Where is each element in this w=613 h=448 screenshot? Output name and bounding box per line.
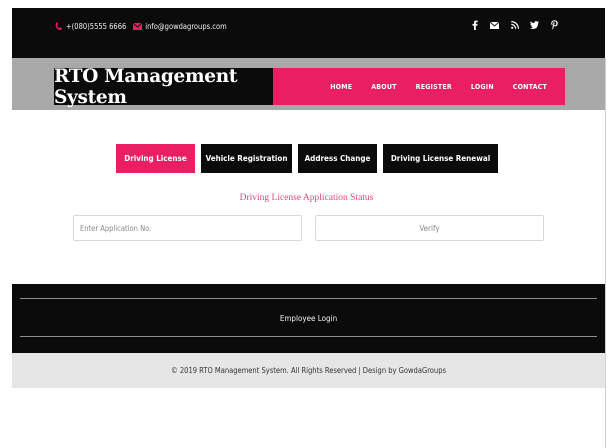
nav-contact[interactable]: CONTACT: [513, 83, 547, 91]
tab-driving-license[interactable]: Driving License: [116, 144, 195, 173]
tab-address-change[interactable]: Address Change: [298, 144, 377, 173]
pinterest-icon[interactable]: [550, 20, 559, 30]
page-edge: [605, 58, 606, 448]
twitter-icon[interactable]: [530, 20, 539, 30]
form-title: Driving License Application Status: [239, 193, 374, 203]
phone-icon: [54, 22, 63, 31]
employee-login-link[interactable]: Employee Login: [12, 314, 605, 323]
phone-number: +(080)5555 6666: [66, 22, 127, 31]
application-number-input[interactable]: [73, 215, 302, 241]
nav-register[interactable]: REGISTER: [416, 83, 452, 91]
site-brand[interactable]: RTO Management System: [54, 66, 273, 108]
email-link[interactable]: info@gowdagroups.com: [145, 22, 226, 31]
nav-login[interactable]: LOGIN: [471, 83, 494, 91]
verify-button[interactable]: Verify: [315, 215, 544, 241]
service-tabs: Driving License Vehicle Registration Add…: [116, 144, 498, 173]
copyright-text: © 2019 RTO Management System. All Rights…: [12, 353, 605, 388]
footer-divider-top: [20, 298, 597, 299]
facebook-icon[interactable]: [470, 20, 479, 30]
tab-driving-license-renewal[interactable]: Driving License Renewal: [383, 144, 498, 173]
nav-about[interactable]: ABOUT: [371, 83, 396, 91]
footer: Employee Login: [12, 284, 605, 353]
envelope-icon[interactable]: [490, 20, 499, 30]
envelope-icon: [133, 22, 143, 31]
rss-icon[interactable]: [510, 20, 519, 30]
social-links: [470, 20, 559, 30]
contact-info: +(080)5555 6666 info@gowdagroups.com: [54, 22, 227, 31]
nav-home[interactable]: HOME: [330, 83, 352, 91]
footer-divider-bottom: [20, 336, 597, 337]
top-bar: [12, 8, 605, 58]
main-nav: HOME ABOUT REGISTER LOGIN CONTACT: [273, 68, 565, 105]
tab-vehicle-registration[interactable]: Vehicle Registration: [201, 144, 292, 173]
